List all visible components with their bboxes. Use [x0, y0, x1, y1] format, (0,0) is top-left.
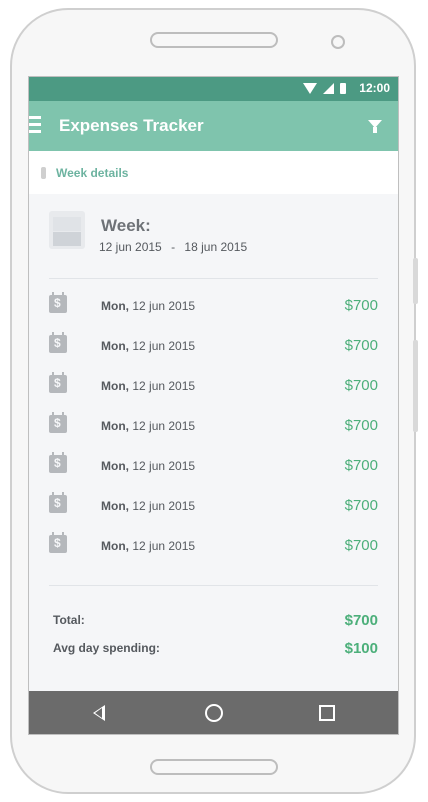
phone-screen: 12:00 Expenses Tracker Week details Week…: [28, 76, 399, 735]
filter-icon[interactable]: [368, 120, 382, 133]
tab-indicator: [41, 167, 46, 179]
bottom-speaker: [150, 759, 278, 775]
week-start: 12 jun 2015: [99, 240, 162, 254]
day-label: Mon, 12 jun 2015: [101, 539, 196, 553]
volume-button: [413, 258, 418, 304]
day-row[interactable]: Mon, 12 jun 2015 $700: [29, 405, 398, 445]
day-row[interactable]: Mon, 12 jun 2015 $700: [29, 365, 398, 405]
camera: [331, 35, 345, 49]
total-label: Total:: [53, 613, 85, 627]
dollar-calendar-icon: [49, 292, 67, 313]
app-bar: Expenses Tracker: [29, 101, 398, 151]
wifi-icon: [303, 83, 317, 94]
day-list: Mon, 12 jun 2015 $700 Mon, 12 jun 2015 $…: [29, 279, 398, 565]
dollar-calendar-icon: [49, 532, 67, 553]
week-end: 18 jun 2015: [184, 240, 248, 254]
day-amount: $700: [344, 457, 378, 474]
status-icons: [303, 83, 346, 94]
week-content: Week: 12 jun 2015 - 18 jun 2015 Mon, 12 …: [29, 194, 398, 691]
signal-icon: [323, 83, 334, 94]
day-label: Mon, 12 jun 2015: [101, 419, 196, 433]
day-amount: $700: [344, 417, 378, 434]
home-icon[interactable]: [205, 704, 223, 722]
total-row: Total: $700: [53, 610, 378, 638]
status-time: 12:00: [359, 81, 390, 95]
dollar-calendar-icon: [49, 452, 67, 473]
nav-bar: [29, 691, 398, 734]
calendar-icon: [49, 211, 85, 249]
day-row[interactable]: Mon, 12 jun 2015 $700: [29, 325, 398, 365]
week-header: Week: 12 jun 2015 - 18 jun 2015: [49, 194, 378, 279]
menu-icon[interactable]: [29, 116, 41, 134]
day-label: Mon, 12 jun 2015: [101, 339, 196, 353]
week-separator: -: [171, 240, 176, 254]
day-amount: $700: [344, 377, 378, 394]
dollar-calendar-icon: [49, 332, 67, 353]
day-row[interactable]: Mon, 12 jun 2015 $700: [29, 525, 398, 565]
avg-value: $100: [344, 640, 378, 657]
day-amount: $700: [344, 537, 378, 554]
day-amount: $700: [344, 497, 378, 514]
day-row[interactable]: Mon, 12 jun 2015 $700: [29, 445, 398, 485]
day-label: Mon, 12 jun 2015: [101, 499, 196, 513]
avg-row: Avg day spending: $100: [53, 638, 378, 666]
dollar-calendar-icon: [49, 412, 67, 433]
day-label: Mon, 12 jun 2015: [101, 299, 196, 313]
week-title: Week:: [101, 216, 151, 235]
recent-apps-icon[interactable]: [319, 705, 335, 721]
total-value: $700: [344, 612, 378, 629]
top-speaker: [150, 32, 278, 48]
totals-section: Total: $700 Avg day spending: $100: [29, 586, 398, 666]
day-label: Mon, 12 jun 2015: [101, 459, 196, 473]
day-row[interactable]: Mon, 12 jun 2015 $700: [29, 285, 398, 325]
day-amount: $700: [344, 297, 378, 314]
tab-week-details[interactable]: Week details: [29, 151, 398, 195]
status-bar: 12:00: [29, 77, 398, 101]
day-amount: $700: [344, 337, 378, 354]
day-label: Mon, 12 jun 2015: [101, 379, 196, 393]
day-row[interactable]: Mon, 12 jun 2015 $700: [29, 485, 398, 525]
back-icon[interactable]: [93, 705, 105, 721]
tab-label: Week details: [56, 166, 129, 180]
dollar-calendar-icon: [49, 492, 67, 513]
avg-label: Avg day spending:: [53, 641, 160, 655]
battery-icon: [340, 83, 346, 94]
dollar-calendar-icon: [49, 372, 67, 393]
app-title: Expenses Tracker: [59, 116, 204, 135]
week-range: 12 jun 2015 - 18 jun 2015: [99, 240, 253, 254]
power-button: [413, 340, 418, 432]
